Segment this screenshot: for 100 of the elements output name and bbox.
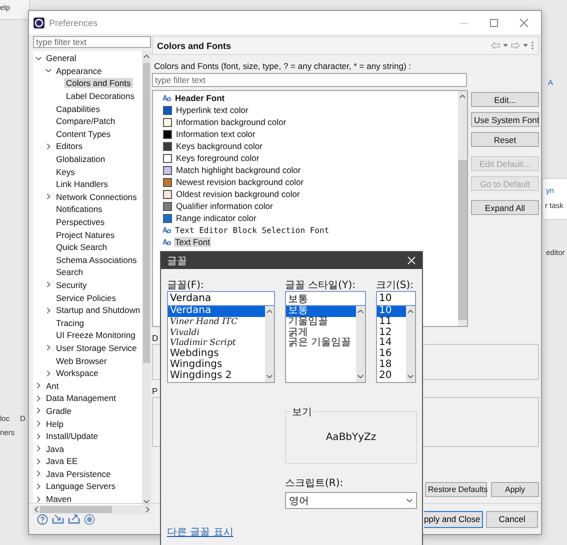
scrollbar[interactable]: [142, 51, 152, 506]
help-icon[interactable]: [37, 514, 48, 524]
tree-item[interactable]: Globalization: [54, 154, 108, 164]
color-swatch[interactable]: [163, 202, 172, 210]
list-option[interactable]: Webdings: [168, 349, 265, 360]
expand-icon[interactable]: [35, 382, 42, 390]
action-button[interactable]: Use System Font: [471, 112, 539, 127]
list-option[interactable]: Wingdings 2: [168, 370, 265, 382]
restore-defaults-button[interactable]: Restore Defaults: [425, 482, 487, 497]
script-dropdown[interactable]: 영어: [285, 492, 417, 509]
expand-icon[interactable]: [45, 281, 52, 288]
list-item[interactable]: Range indicator color: [175, 213, 258, 223]
maximize-icon[interactable]: [489, 18, 499, 28]
tree-item[interactable]: Project Natures: [54, 230, 117, 240]
tree-item[interactable]: Label Decorations: [64, 91, 137, 102]
tree-item[interactable]: Java: [44, 444, 66, 454]
scroll-left-icon[interactable]: [33, 506, 40, 514]
expand-icon[interactable]: [35, 432, 42, 440]
tree-item[interactable]: Colors and Fonts: [64, 78, 133, 88]
expand-icon[interactable]: [35, 420, 42, 428]
list-option[interactable]: 20: [377, 370, 406, 382]
list-option[interactable]: 18: [377, 360, 406, 371]
tree-item[interactable]: Compare/Patch: [54, 116, 118, 126]
tree-item[interactable]: Workspace: [54, 368, 100, 378]
list-item[interactable]: Hyperlink text color: [175, 105, 250, 115]
scroll-up-icon[interactable]: [459, 93, 466, 100]
tree-item[interactable]: Ant: [44, 380, 61, 391]
filter-field[interactable]: type filter text: [33, 36, 151, 48]
list-option[interactable]: 기울임꼴: [286, 316, 356, 328]
scroll-down-icon[interactable]: [266, 373, 273, 380]
list-item[interactable]: Keys background color: [175, 141, 264, 151]
more-fonts-link[interactable]: 다른 글꼴 표시: [167, 525, 234, 539]
scroll-down-icon[interactable]: [143, 498, 150, 506]
scroll-up-icon[interactable]: [407, 308, 414, 315]
scroll-up-icon[interactable]: [266, 308, 273, 315]
expand-icon[interactable]: [45, 193, 52, 200]
tree-item[interactable]: Perspectives: [54, 217, 107, 228]
font-name-field[interactable]: Verdana: [167, 291, 275, 306]
tree-item[interactable]: Search: [54, 267, 85, 278]
list-option[interactable]: Vivaldi: [168, 328, 265, 338]
dropdown-icon[interactable]: [503, 44, 508, 47]
list-option[interactable]: 굵은 기울임꼴: [286, 338, 356, 350]
action-button[interactable]: Expand All: [471, 200, 539, 215]
scrollbar[interactable]: [406, 306, 415, 382]
scroll-right-icon[interactable]: [144, 506, 151, 514]
color-swatch[interactable]: [163, 166, 172, 174]
expand-icon[interactable]: [35, 470, 42, 478]
scroll-down-icon[interactable]: [357, 373, 364, 380]
scroll-down-icon[interactable]: [407, 373, 414, 380]
tree-item[interactable]: Web Browser: [54, 356, 109, 366]
list-option[interactable]: 12: [377, 328, 406, 338]
tree-item[interactable]: Network Connections: [54, 192, 139, 202]
tree-item[interactable]: User Storage Service: [54, 342, 139, 353]
tree-item[interactable]: Keys: [54, 166, 77, 177]
apply-and-close-button[interactable]: pply and Close: [424, 510, 483, 528]
tree-item[interactable]: Notifications: [54, 204, 104, 214]
tree-item[interactable]: Help: [44, 418, 66, 429]
tree-item[interactable]: General: [44, 53, 78, 64]
expand-icon[interactable]: [35, 445, 42, 452]
expand-icon[interactable]: [35, 407, 42, 414]
list-item[interactable]: Keys foreground color: [175, 153, 260, 163]
tree-item[interactable]: UI Freeze Monitoring: [54, 330, 138, 340]
scrollbar[interactable]: [356, 306, 365, 382]
tree-item[interactable]: Service Policies: [54, 292, 118, 303]
list-item[interactable]: Header Font: [174, 93, 226, 103]
tree-item[interactable]: Tracing: [54, 318, 86, 328]
color-swatch[interactable]: [163, 178, 172, 186]
list-item[interactable]: Information text color: [175, 129, 256, 139]
list-item[interactable]: Text Editor Block Selection Font: [174, 226, 330, 234]
tree-item[interactable]: Editors: [54, 141, 84, 152]
tree-item[interactable]: Security: [54, 280, 89, 290]
tree-item[interactable]: Data Management: [44, 393, 118, 404]
expand-icon[interactable]: [45, 370, 52, 377]
list-option[interactable]: 굵게: [286, 328, 356, 338]
tree-item[interactable]: Language Servers: [44, 481, 118, 492]
list-option[interactable]: 11: [377, 316, 406, 328]
list-item[interactable]: Information background color: [175, 117, 288, 127]
action-button[interactable]: Reset: [471, 132, 539, 147]
color-swatch[interactable]: [163, 214, 172, 222]
list-item[interactable]: Oldest revision background color: [175, 189, 301, 199]
apply-button[interactable]: Apply: [491, 482, 539, 497]
expand-icon[interactable]: [45, 306, 52, 314]
tree-item[interactable]: Capabilities: [54, 104, 102, 114]
scroll-up-icon[interactable]: [357, 308, 364, 315]
list-item[interactable]: Qualifier information color: [175, 201, 274, 211]
expand-icon[interactable]: [45, 142, 52, 150]
expand-icon[interactable]: [35, 482, 42, 490]
export-icon[interactable]: [68, 514, 80, 524]
list-option[interactable]: 보통: [286, 306, 356, 317]
tree-item[interactable]: Schema Associations: [54, 254, 139, 265]
expand-icon[interactable]: [35, 458, 42, 465]
collapse-icon[interactable]: [45, 67, 52, 74]
dropdown-icon[interactable]: [523, 44, 528, 47]
tree-item[interactable]: Appearance: [54, 66, 104, 76]
tree-item[interactable]: Link Handlers: [54, 179, 110, 190]
font-style-field[interactable]: 보통: [285, 291, 366, 306]
expand-icon[interactable]: [35, 394, 42, 402]
list-option[interactable]: Wingdings: [168, 360, 265, 371]
color-swatch[interactable]: [163, 130, 172, 138]
list-item[interactable]: Match highlight background color: [175, 165, 302, 175]
